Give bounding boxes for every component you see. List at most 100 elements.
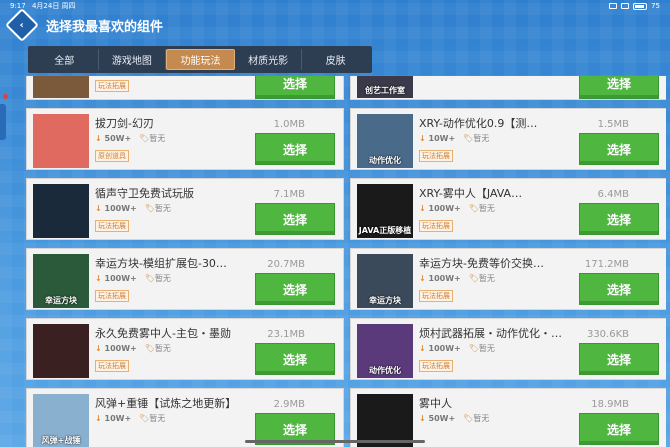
component-name: 拔刀剑-幻刃	[95, 117, 154, 130]
tab-all[interactable]: 全部	[31, 49, 99, 70]
component-thumbnail[interactable]: 动作优化	[357, 324, 413, 378]
select-button[interactable]: 选择	[579, 203, 659, 235]
component-thumbnail[interactable]: 幸运方块	[357, 254, 413, 308]
download-count: ↓ 100W+	[419, 274, 461, 283]
select-button[interactable]: 选择	[579, 273, 659, 305]
component-meta: ↓ 100W+ 🏷暂无	[419, 273, 495, 284]
rating-icon: 🏷	[468, 274, 479, 283]
component-size: 7.1MB	[273, 189, 305, 200]
tab-textures-shaders[interactable]: 材质光影	[235, 49, 303, 70]
download-value: 100W+	[104, 274, 137, 283]
component-name: 循声守卫免费试玩版	[95, 187, 194, 200]
component-card[interactable]: 拔刀剑-幻刃 1.0MB ↓ 50W+ 🏷暂无 原创道具 选择	[26, 108, 344, 170]
select-button[interactable]: 选择	[579, 343, 659, 375]
component-meta: ↓ 100W+ 🏷暂无	[95, 343, 171, 354]
component-list[interactable]: 玩法拓展 选择 创艺工作室 选择 拔刀剑-幻刃 1.0MB ↓ 50W+ 🏷暂无 原创道具 选择动…	[26, 76, 666, 447]
component-card[interactable]: 动作优化 XRY-动作优化0.9【测… 1.5MB ↓ 10W+ 🏷暂无 玩法拓展 选择	[350, 108, 666, 170]
component-thumbnail[interactable]: 动作优化	[357, 114, 413, 168]
component-name: 雾中人	[419, 397, 452, 410]
component-thumbnail[interactable]: 风弹+战锤	[33, 394, 89, 447]
download-count: ↓ 50W+	[419, 414, 455, 423]
select-button[interactable]: 选择	[255, 133, 335, 165]
rating: 🏷暂无	[139, 133, 165, 144]
rating-value: 暂无	[149, 134, 166, 143]
back-arrow-icon: ‹	[19, 19, 25, 31]
download-count: ↓ 100W+	[419, 204, 461, 213]
component-size: 330.6KB	[586, 329, 629, 340]
rating-value: 暂无	[478, 274, 495, 283]
category-tag: 玩法拓展	[419, 360, 453, 372]
notification-dot	[3, 94, 8, 99]
category-tabs: 全部 游戏地图 功能玩法 材质光影 皮肤	[28, 46, 372, 73]
component-card[interactable]: 永久免费雾中人-主包・墨勋 23.1MB ↓ 100W+ 🏷暂无 玩法拓展 选择	[26, 318, 344, 380]
component-thumbnail[interactable]	[33, 114, 89, 168]
download-count: ↓ 100W+	[95, 344, 137, 353]
select-button[interactable]: 选择	[255, 273, 335, 305]
rating-value: 暂无	[473, 414, 490, 423]
component-size: 6.4MB	[597, 189, 629, 200]
download-value: 100W+	[428, 274, 461, 283]
component-size: 20.7MB	[267, 259, 305, 270]
rating: 🏷暂无	[469, 203, 495, 214]
screen-icon	[609, 3, 618, 9]
download-arrow-icon: ↓	[419, 134, 429, 143]
tab-game-maps[interactable]: 游戏地图	[99, 49, 167, 70]
component-card[interactable]: JAVA正版移植 XRY-雾中人【JAVA… 6.4MB ↓ 100W+ 🏷暂无 玩法拓展…	[350, 178, 666, 240]
rating: 🏷暂无	[139, 413, 165, 424]
battery-icon	[633, 2, 648, 10]
component-card[interactable]: 幸运方块 幸运方块-免费等价交换… 171.2MB ↓ 100W+ 🏷暂无 玩法拓展 选择	[350, 248, 666, 310]
download-value: 10W+	[104, 414, 132, 423]
side-drawer-handle[interactable]	[0, 104, 6, 140]
component-name: XRY-动作优化0.9【测…	[419, 117, 538, 130]
component-thumbnail[interactable]	[33, 324, 89, 378]
component-card[interactable]: 玩法拓展 选择	[26, 76, 344, 100]
tab-gameplay[interactable]: 功能玩法	[166, 49, 235, 70]
select-button[interactable]: 选择	[579, 76, 659, 99]
component-size: 1.5MB	[597, 119, 629, 130]
category-tag: 玩法拓展	[95, 80, 129, 92]
select-button[interactable]: 选择	[579, 133, 659, 165]
component-meta: ↓ 100W+ 🏷暂无	[95, 273, 171, 284]
component-card[interactable]: 循声守卫免费试玩版 7.1MB ↓ 100W+ 🏷暂无 玩法拓展 选择	[26, 178, 344, 240]
page-title: 选择我最喜欢的组件	[46, 19, 164, 35]
download-count: ↓ 100W+	[95, 274, 137, 283]
rating-value: 暂无	[478, 344, 495, 353]
home-indicator[interactable]	[245, 440, 425, 443]
category-tag: 玩法拓展	[419, 150, 453, 162]
select-button[interactable]: 选择	[255, 343, 335, 375]
component-thumbnail[interactable]	[33, 76, 89, 98]
select-button[interactable]: 选择	[255, 203, 335, 235]
download-value: 50W+	[104, 134, 132, 143]
back-button[interactable]: ‹	[5, 8, 39, 42]
component-thumbnail[interactable]: 创艺工作室	[357, 76, 413, 98]
status-date: 4月24日 周四	[31, 2, 76, 10]
thumbnail-caption: 创艺工作室	[365, 86, 405, 95]
component-meta: ↓ 50W+ 🏷暂无	[419, 413, 489, 424]
component-name: 风弹+重锤【试炼之地更新】	[95, 397, 237, 410]
select-button[interactable]: 选择	[255, 76, 335, 99]
component-thumbnail[interactable]: 幸运方块	[33, 254, 89, 308]
component-thumbnail[interactable]: JAVA正版移植	[357, 184, 413, 238]
thumbnail-caption: 幸运方块	[369, 296, 401, 305]
rating-icon: 🏷	[144, 274, 155, 283]
download-value: 10W+	[428, 134, 456, 143]
download-count: ↓ 100W+	[95, 204, 137, 213]
download-count: ↓ 10W+	[95, 414, 131, 423]
select-button[interactable]: 选择	[579, 413, 659, 445]
component-card[interactable]: 幸运方块 幸运方块-模组扩展包-30… 20.7MB ↓ 100W+ 🏷暂无 玩法拓展 选择	[26, 248, 344, 310]
component-card[interactable]: 创艺工作室 选择	[350, 76, 666, 100]
component-thumbnail[interactable]	[33, 184, 89, 238]
component-card[interactable]: 雾中人 18.9MB ↓ 50W+ 🏷暂无 选择	[350, 388, 666, 447]
rating-value: 暂无	[149, 414, 166, 423]
thumbnail-caption: 动作优化	[369, 156, 401, 165]
header: ‹ 选择我最喜欢的组件	[5, 8, 164, 42]
rating-icon: 🏷	[468, 204, 479, 213]
rating: 🏷暂无	[145, 343, 171, 354]
component-size: 1.0MB	[273, 119, 305, 130]
download-count: ↓ 100W+	[419, 344, 461, 353]
component-card[interactable]: 风弹+战锤 风弹+重锤【试炼之地更新】 2.9MB ↓ 10W+ 🏷暂无 选择	[26, 388, 344, 447]
component-card[interactable]: 动作优化 烦村武器拓展・动作优化・… 330.6KB ↓ 100W+ 🏷暂无 玩法拓展 选择	[350, 318, 666, 380]
tab-skins[interactable]: 皮肤	[302, 49, 369, 70]
component-name: 幸运方块-免费等价交换…	[419, 257, 544, 270]
download-arrow-icon: ↓	[419, 274, 429, 283]
